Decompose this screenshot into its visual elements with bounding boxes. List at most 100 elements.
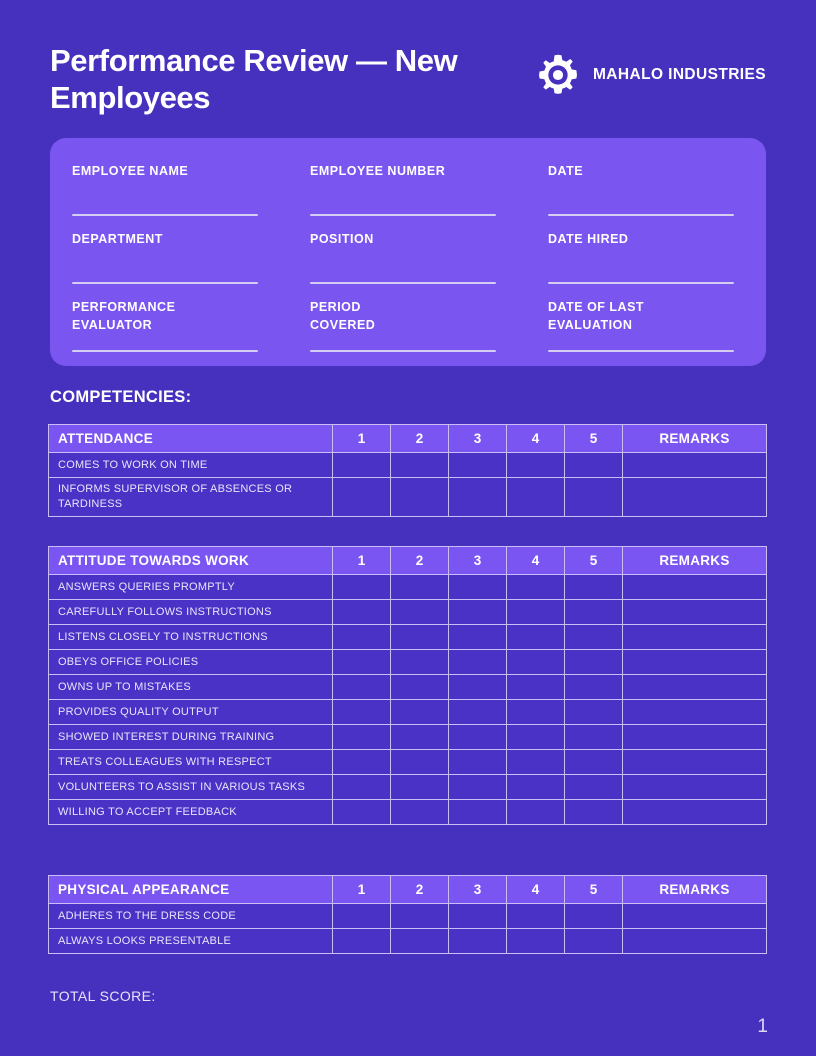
score-cell-1[interactable] xyxy=(332,799,391,825)
period-covered-input[interactable] xyxy=(310,350,496,352)
score-cell-1[interactable] xyxy=(332,574,391,600)
score-cell-2[interactable] xyxy=(390,574,449,600)
score-cell-2[interactable] xyxy=(390,774,449,800)
score-cell-4[interactable] xyxy=(506,749,565,775)
remarks-cell[interactable] xyxy=(622,903,767,929)
score-cell-1[interactable] xyxy=(332,724,391,750)
score-cell-5[interactable] xyxy=(564,574,623,600)
score-cell-2[interactable] xyxy=(390,928,449,954)
remarks-cell[interactable] xyxy=(622,574,767,600)
score-cell-2[interactable] xyxy=(390,624,449,650)
date-input[interactable] xyxy=(548,214,734,216)
remarks-cell[interactable] xyxy=(622,599,767,625)
score-cell-1[interactable] xyxy=(332,699,391,725)
score-cell-5[interactable] xyxy=(564,774,623,800)
date-hired-input[interactable] xyxy=(548,282,734,284)
score-cell-4[interactable] xyxy=(506,452,565,478)
department-input[interactable] xyxy=(72,282,258,284)
score-cell-4[interactable] xyxy=(506,477,565,517)
score-cell-5[interactable] xyxy=(564,674,623,700)
score-cell-3[interactable] xyxy=(448,674,507,700)
score-cell-5[interactable] xyxy=(564,799,623,825)
score-cell-3[interactable] xyxy=(448,749,507,775)
score-cell-1[interactable] xyxy=(332,674,391,700)
remarks-cell[interactable] xyxy=(622,477,767,517)
score-cell-4[interactable] xyxy=(506,649,565,675)
remarks-cell[interactable] xyxy=(622,624,767,650)
remarks-cell[interactable] xyxy=(622,649,767,675)
field-date-hired: DATE HIRED xyxy=(548,230,744,298)
date-of-last-evaluation-input[interactable] xyxy=(548,350,734,352)
score-cell-1[interactable] xyxy=(332,749,391,775)
competency-label: INFORMS SUPERVISOR OF ABSENCES OR TARDIN… xyxy=(48,477,333,517)
remarks-cell[interactable] xyxy=(622,724,767,750)
score-cell-2[interactable] xyxy=(390,749,449,775)
score-cell-5[interactable] xyxy=(564,749,623,775)
table-attitude-towards-work: ATTITUDE TOWARDS WORK 1 2 3 4 5 REMARKS … xyxy=(48,546,767,825)
score-cell-3[interactable] xyxy=(448,624,507,650)
score-cell-5[interactable] xyxy=(564,624,623,650)
score-cell-4[interactable] xyxy=(506,674,565,700)
score-cell-3[interactable] xyxy=(448,724,507,750)
score-cell-1[interactable] xyxy=(332,903,391,929)
position-input[interactable] xyxy=(310,282,496,284)
score-cell-2[interactable] xyxy=(390,799,449,825)
score-cell-5[interactable] xyxy=(564,452,623,478)
score-cell-2[interactable] xyxy=(390,452,449,478)
score-cell-4[interactable] xyxy=(506,574,565,600)
remarks-cell[interactable] xyxy=(622,749,767,775)
remarks-cell[interactable] xyxy=(622,928,767,954)
score-cell-3[interactable] xyxy=(448,599,507,625)
score-cell-5[interactable] xyxy=(564,724,623,750)
score-cell-5[interactable] xyxy=(564,649,623,675)
score-cell-4[interactable] xyxy=(506,774,565,800)
score-cell-4[interactable] xyxy=(506,599,565,625)
remarks-cell[interactable] xyxy=(622,774,767,800)
score-cell-1[interactable] xyxy=(332,599,391,625)
score-cell-5[interactable] xyxy=(564,928,623,954)
performance-evaluator-input[interactable] xyxy=(72,350,258,352)
employee-number-input[interactable] xyxy=(310,214,496,216)
score-cell-5[interactable] xyxy=(564,477,623,517)
score-cell-4[interactable] xyxy=(506,624,565,650)
score-cell-5[interactable] xyxy=(564,903,623,929)
score-cell-1[interactable] xyxy=(332,649,391,675)
score-cell-3[interactable] xyxy=(448,699,507,725)
score-cell-1[interactable] xyxy=(332,477,391,517)
score-cell-1[interactable] xyxy=(332,774,391,800)
score-cell-4[interactable] xyxy=(506,928,565,954)
score-cell-3[interactable] xyxy=(448,799,507,825)
employee-name-input[interactable] xyxy=(72,214,258,216)
score-header-1: 1 xyxy=(332,546,391,575)
score-cell-3[interactable] xyxy=(448,452,507,478)
score-cell-3[interactable] xyxy=(448,649,507,675)
score-cell-3[interactable] xyxy=(448,574,507,600)
score-cell-3[interactable] xyxy=(448,903,507,929)
score-cell-2[interactable] xyxy=(390,674,449,700)
table-category-header: ATTENDANCE xyxy=(48,424,333,453)
score-cell-1[interactable] xyxy=(332,928,391,954)
score-cell-3[interactable] xyxy=(448,774,507,800)
remarks-cell[interactable] xyxy=(622,699,767,725)
score-cell-4[interactable] xyxy=(506,699,565,725)
score-cell-4[interactable] xyxy=(506,903,565,929)
remarks-cell[interactable] xyxy=(622,452,767,478)
score-cell-2[interactable] xyxy=(390,699,449,725)
score-cell-2[interactable] xyxy=(390,724,449,750)
score-cell-5[interactable] xyxy=(564,699,623,725)
score-cell-2[interactable] xyxy=(390,477,449,517)
competency-label: SHOWED INTEREST DURING TRAINING xyxy=(48,724,333,750)
remarks-cell[interactable] xyxy=(622,799,767,825)
score-cell-2[interactable] xyxy=(390,599,449,625)
score-cell-3[interactable] xyxy=(448,928,507,954)
remarks-cell[interactable] xyxy=(622,674,767,700)
score-cell-1[interactable] xyxy=(332,624,391,650)
score-cell-2[interactable] xyxy=(390,649,449,675)
score-cell-4[interactable] xyxy=(506,724,565,750)
score-cell-2[interactable] xyxy=(390,903,449,929)
score-cell-3[interactable] xyxy=(448,477,507,517)
score-cell-1[interactable] xyxy=(332,452,391,478)
score-cell-5[interactable] xyxy=(564,599,623,625)
remarks-header: REMARKS xyxy=(622,875,767,904)
score-cell-4[interactable] xyxy=(506,799,565,825)
